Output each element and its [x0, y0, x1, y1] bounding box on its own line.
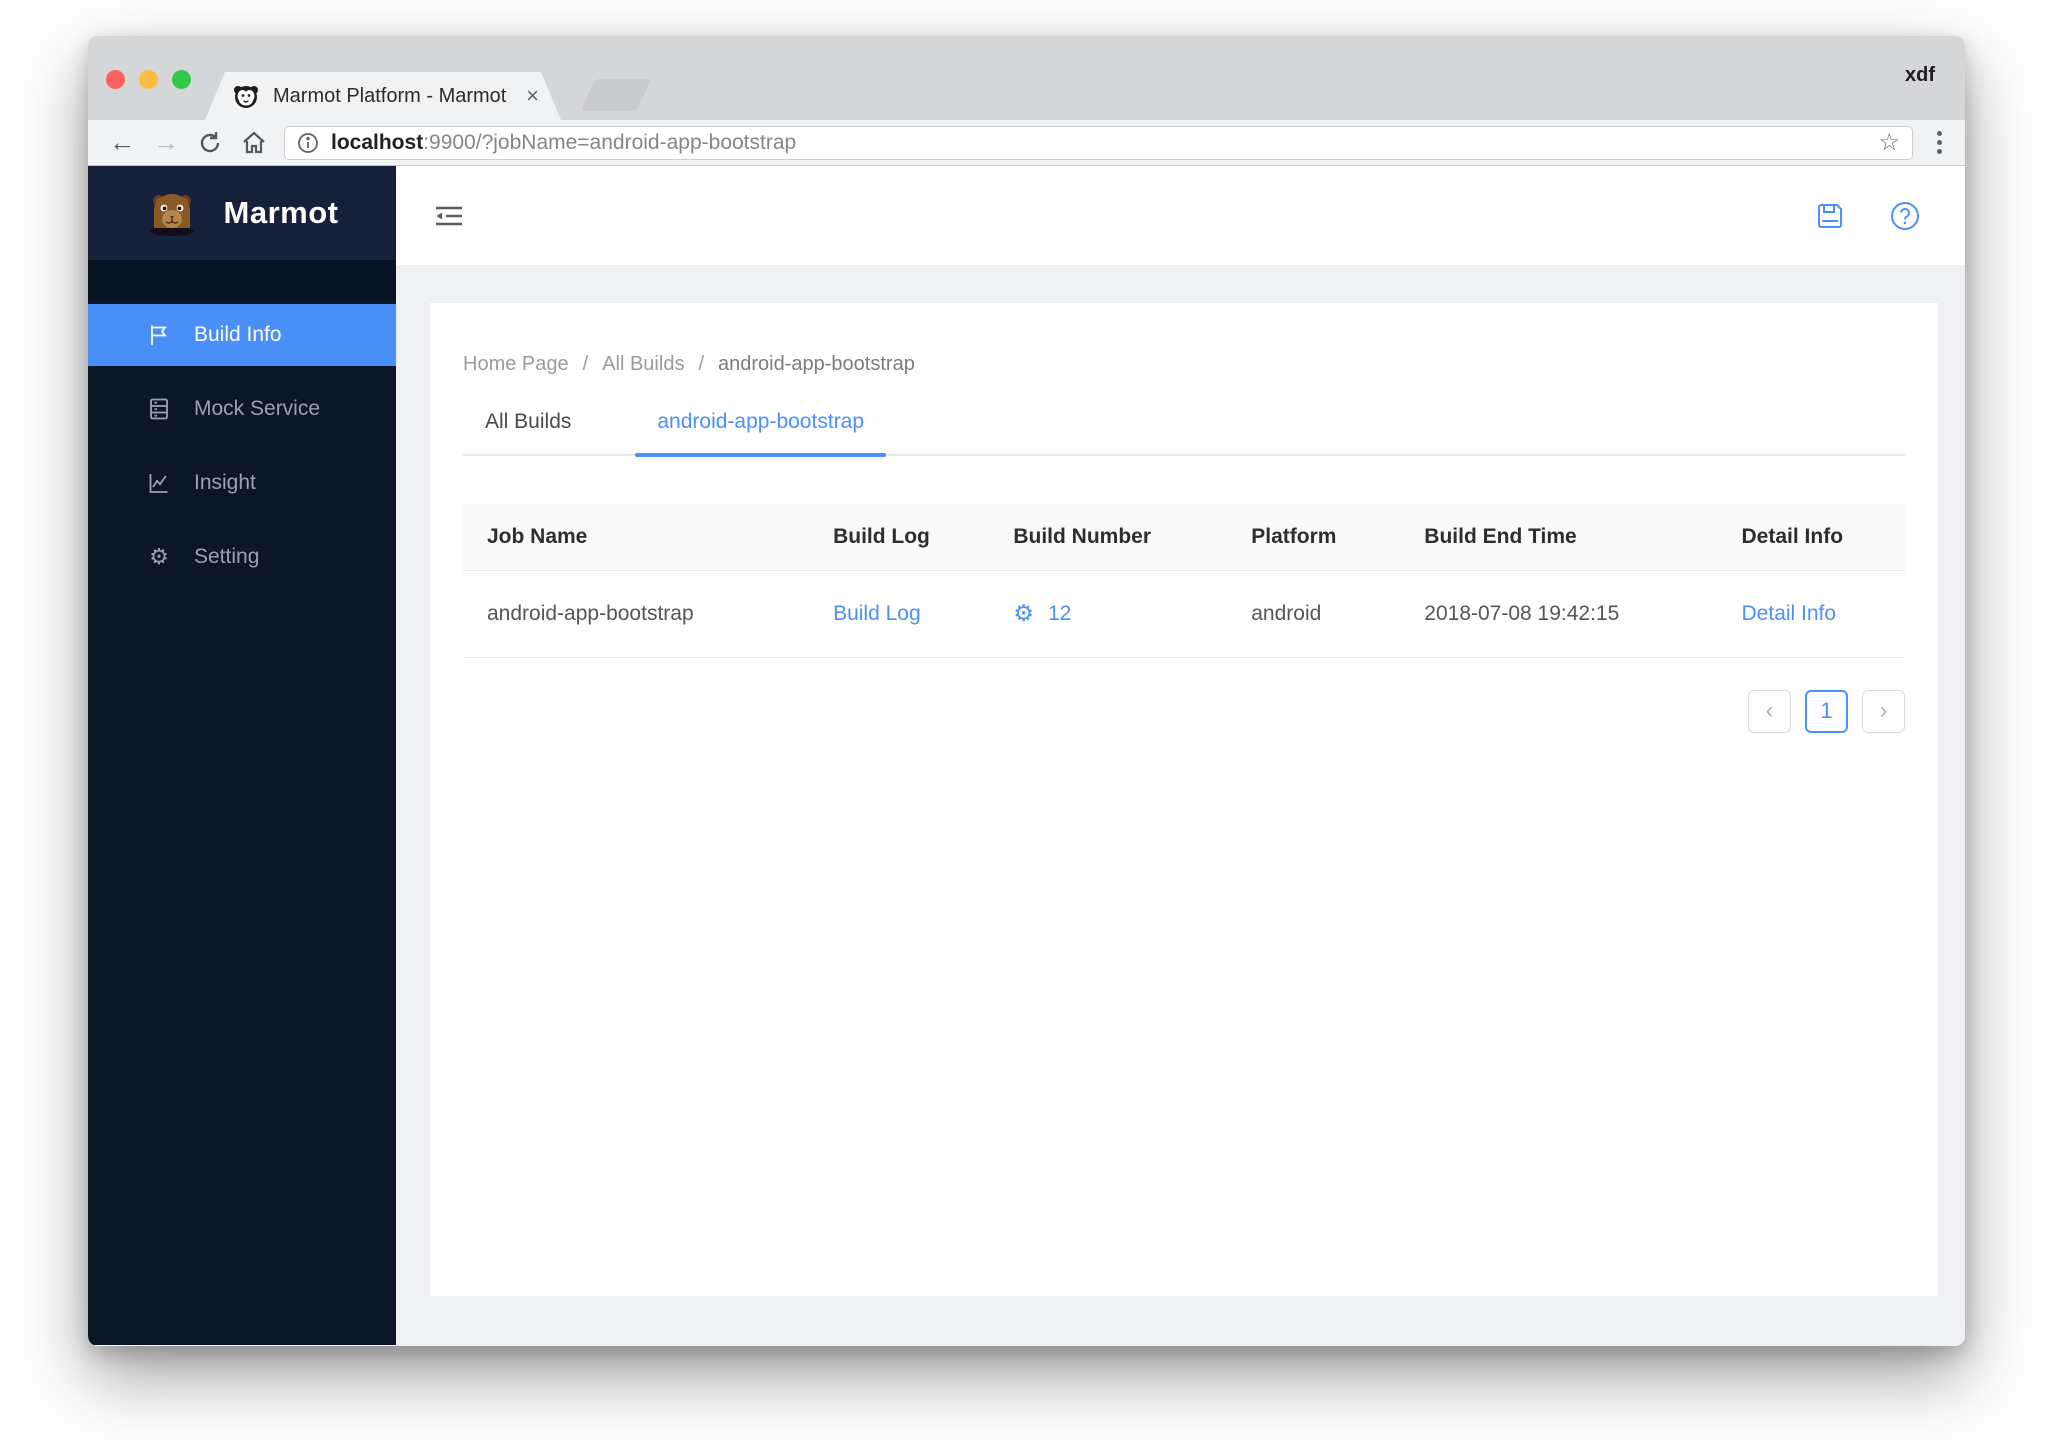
breadcrumb-home[interactable]: Home Page — [463, 353, 569, 376]
tab-close-icon[interactable]: × — [526, 83, 539, 109]
help-icon[interactable] — [1889, 200, 1921, 232]
app-title: Marmot — [223, 195, 339, 230]
database-icon — [146, 397, 172, 421]
bookmark-star-icon[interactable]: ☆ — [1878, 128, 1900, 157]
breadcrumb-separator: / — [698, 353, 705, 375]
flag-icon — [146, 323, 172, 347]
zoom-window-button[interactable] — [172, 70, 191, 89]
breadcrumb-current: android-app-bootstrap — [718, 353, 915, 375]
favicon-marmot-icon — [233, 83, 259, 109]
url-host: localhost — [331, 130, 424, 154]
sidebar-item-mock-service[interactable]: Mock Service — [88, 378, 396, 440]
home-icon[interactable] — [236, 125, 272, 161]
new-tab-button[interactable] — [580, 79, 652, 111]
back-icon[interactable]: ← — [104, 125, 140, 161]
url-path: :9900/?jobName=android-app-bootstrap — [423, 130, 797, 154]
content-card: Home Page / All Builds / android-app-boo… — [430, 303, 1938, 1296]
app-header — [396, 166, 1965, 265]
detail-info-link[interactable]: Detail Info — [1742, 602, 1837, 625]
col-build-log: Build Log — [809, 504, 990, 571]
cell-build-number: ⚙ 12 — [1013, 602, 1227, 626]
gear-icon[interactable]: ⚙ — [1013, 602, 1034, 625]
tab-title: Marmot Platform - Marmot — [273, 84, 507, 107]
minimize-window-button[interactable] — [139, 70, 158, 89]
sidebar-item-label: Insight — [194, 471, 256, 494]
cell-build-end-time: 2018-07-08 19:42:15 — [1400, 570, 1718, 658]
content-area: Home Page / All Builds / android-app-boo… — [396, 265, 1965, 1345]
sidebar-divider — [88, 260, 396, 300]
col-detail-info: Detail Info — [1717, 504, 1905, 571]
forward-icon[interactable]: → — [148, 125, 184, 161]
sidebar-item-setting[interactable]: ⚙ Setting — [88, 526, 396, 588]
window-controls — [106, 70, 191, 89]
browser-tab[interactable]: Marmot Platform - Marmot × — [205, 72, 561, 120]
builds-table: Job Name Build Log Build Number Platform… — [463, 504, 1905, 658]
tab-android-app-bootstrap[interactable]: android-app-bootstrap — [635, 410, 886, 457]
tab-all-builds[interactable]: All Builds — [463, 410, 593, 454]
menu-fold-icon[interactable] — [434, 203, 464, 229]
pagination-page-1[interactable]: 1 — [1805, 689, 1848, 733]
pagination: ‹ 1 › — [463, 689, 1905, 733]
col-build-end-time: Build End Time — [1400, 504, 1718, 571]
breadcrumb: Home Page / All Builds / android-app-boo… — [463, 353, 1905, 376]
save-icon[interactable] — [1815, 201, 1845, 231]
main-area: Home Page / All Builds / android-app-boo… — [396, 166, 1965, 1345]
sidebar-logo[interactable]: Marmot — [88, 166, 396, 260]
sidebar-item-build-info[interactable]: Build Info — [88, 304, 396, 366]
pagination-next-icon[interactable]: › — [1862, 689, 1905, 733]
sidebar-item-label: Mock Service — [194, 397, 321, 420]
gear-icon: ⚙ — [149, 544, 169, 569]
builds-tabs: All Builds android-app-bootstrap — [463, 410, 1905, 457]
sidebar-item-label: Setting — [194, 545, 260, 568]
build-log-link[interactable]: Build Log — [833, 602, 921, 625]
col-job-name: Job Name — [463, 504, 810, 571]
breadcrumb-separator: / — [582, 353, 589, 375]
sidebar-item-insight[interactable]: Insight — [88, 452, 396, 514]
browser-toolbar: ← → localhost:9900/?jobName=android-app-… — [88, 120, 1965, 166]
col-platform: Platform — [1227, 504, 1401, 571]
url-text[interactable]: localhost:9900/?jobName=android-app-boot… — [331, 131, 1868, 155]
breadcrumb-all-builds[interactable]: All Builds — [602, 353, 684, 376]
cell-platform: android — [1227, 570, 1401, 658]
sidebar-item-label: Build Info — [194, 323, 282, 346]
marmot-logo-icon — [146, 190, 198, 236]
build-number-link[interactable]: 12 — [1048, 602, 1071, 626]
cell-job-name: android-app-bootstrap — [463, 570, 810, 658]
pagination-prev-icon[interactable]: ‹ — [1748, 689, 1791, 733]
table-row: android-app-bootstrap Build Log ⚙ 12 and… — [463, 570, 1905, 658]
marmot-app: Marmot Build Info Mock Service Insight ⚙… — [88, 166, 1965, 1345]
close-window-button[interactable] — [106, 70, 125, 89]
url-bar[interactable]: localhost:9900/?jobName=android-app-boot… — [284, 125, 1913, 160]
sidebar: Marmot Build Info Mock Service Insight ⚙… — [88, 166, 396, 1345]
chart-icon — [146, 471, 172, 495]
page-info-icon[interactable] — [297, 132, 319, 154]
sidebar-menu: Build Info Mock Service Insight ⚙ Settin… — [88, 300, 396, 600]
browser-window: Marmot Platform - Marmot × xdf ← → local… — [88, 36, 1965, 1346]
reload-icon[interactable] — [192, 125, 228, 161]
browser-profile-name[interactable]: xdf — [1905, 64, 1935, 87]
col-build-number: Build Number — [989, 504, 1228, 571]
browser-tabstrip: Marmot Platform - Marmot × xdf — [88, 36, 1965, 120]
table-header-row: Job Name Build Log Build Number Platform… — [463, 504, 1905, 571]
browser-menu-icon[interactable] — [1929, 131, 1949, 154]
